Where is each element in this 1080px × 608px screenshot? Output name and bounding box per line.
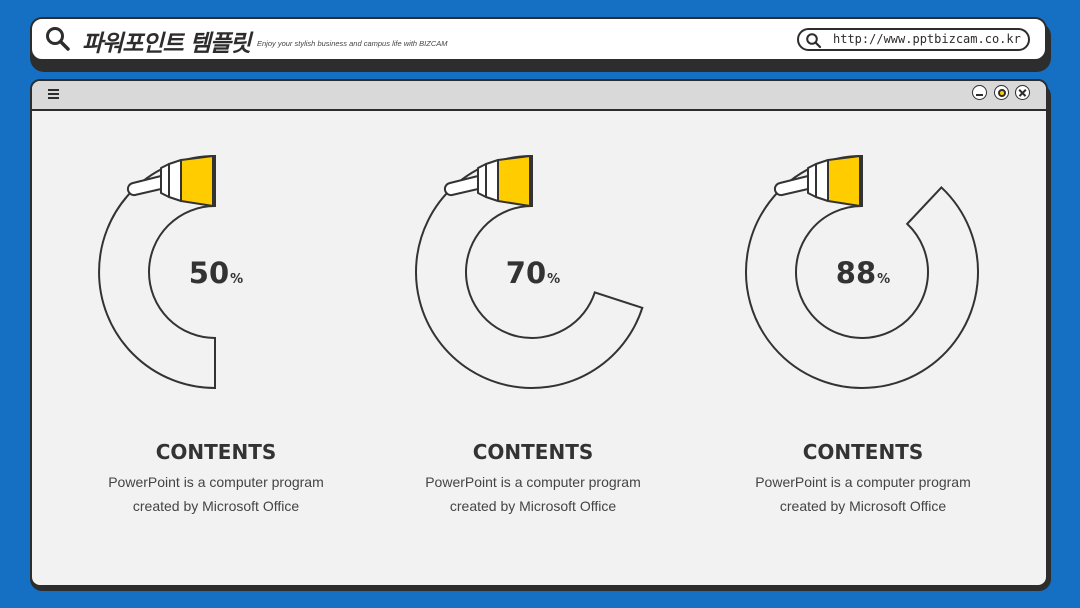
gauge-value-2: 70% xyxy=(505,256,561,290)
card-title-1: CONTENTS xyxy=(155,440,277,464)
brand-title: 파워포인트 템플릿 xyxy=(82,31,251,57)
header-bar: 파워포인트 템플릿 Enjoy your stylish business an… xyxy=(30,17,1047,61)
brand-subtitle: Enjoy your stylish business and campus l… xyxy=(257,39,448,48)
card-desc-3: PowerPoint is a computer program created … xyxy=(755,474,971,514)
card-desc-1: PowerPoint is a computer program created … xyxy=(108,474,324,514)
search-icon[interactable] xyxy=(44,25,72,53)
card-title-3: CONTENTS xyxy=(802,440,924,464)
gauge-value-1: 50% xyxy=(188,256,244,290)
url-bar[interactable]: http://www.pptbizcam.co.kr xyxy=(797,28,1030,51)
url-text[interactable]: http://www.pptbizcam.co.kr xyxy=(833,32,1021,46)
card-title-2: CONTENTS xyxy=(472,440,594,464)
gauge-value-3: 88% xyxy=(835,256,891,290)
card-desc-2: PowerPoint is a computer program created … xyxy=(425,474,641,514)
search-icon xyxy=(806,33,822,49)
browser-window: 50% 70% 88% CONTENTS CONTENTS CONTENTS P… xyxy=(30,79,1048,587)
